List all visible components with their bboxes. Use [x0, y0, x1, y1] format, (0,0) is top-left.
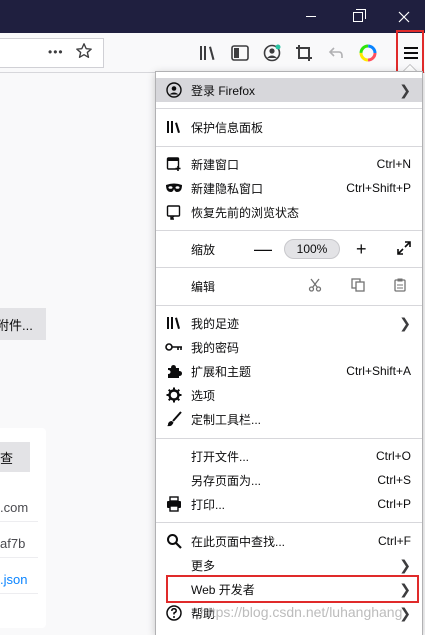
minimize-button[interactable] [288, 0, 334, 33]
separator [156, 522, 422, 523]
close-button[interactable] [381, 0, 425, 33]
title-bar [0, 0, 425, 33]
sidebar-button[interactable] [226, 33, 254, 73]
separator [156, 230, 422, 231]
color-wheel-icon [359, 44, 377, 62]
menu-item-addons[interactable]: 扩展和主题 Ctrl+Shift+A [156, 359, 422, 383]
fullscreen-icon [397, 240, 411, 255]
key-icon [165, 338, 183, 356]
copy-icon [351, 277, 365, 292]
page-action-button[interactable]: 附件... [0, 308, 46, 340]
menu-item-options[interactable]: 选项 [156, 383, 422, 407]
copy-button[interactable] [351, 277, 365, 295]
separator [156, 146, 422, 147]
menu-edit-row: 编辑 [156, 274, 422, 298]
paintbrush-icon [165, 410, 183, 428]
color-picker-button[interactable] [354, 33, 382, 73]
bookmark-star-icon[interactable] [75, 42, 93, 63]
separator [156, 267, 422, 268]
protections-dashboard-icon [165, 118, 183, 136]
gear-icon [165, 386, 183, 404]
close-icon [398, 11, 410, 22]
zoom-reset-button[interactable]: 100% [284, 239, 340, 259]
menu-item-protections[interactable]: 保护信息面板 [156, 115, 422, 139]
paste-icon [394, 278, 406, 292]
menu-item-more[interactable]: 更多 ❯ [156, 553, 422, 577]
account-icon [263, 44, 281, 62]
page-content: 附件... 查 .com af7b .json [0, 74, 155, 635]
zoom-in-button[interactable]: + [356, 239, 367, 260]
menu-item-new-window[interactable]: 新建窗口 Ctrl+N [156, 152, 422, 176]
menu-item-save-page[interactable]: 另存页面为... Ctrl+S [156, 468, 422, 492]
separator [156, 108, 422, 109]
card-line: af7b [0, 536, 38, 558]
printer-icon [165, 495, 183, 513]
menu-item-print[interactable]: 打印... Ctrl+P [156, 492, 422, 516]
cut-button[interactable] [308, 278, 322, 295]
back-arrow-icon [328, 47, 343, 58]
fullscreen-button[interactable] [397, 240, 411, 258]
menu-item-restore-session[interactable]: 恢复先前的浏览状态 [156, 200, 422, 224]
screenshot-button[interactable] [290, 33, 318, 73]
sidebar-icon [231, 45, 249, 61]
account-button[interactable] [258, 33, 286, 73]
card-line: .com [0, 500, 38, 522]
chevron-right-icon: ❯ [399, 314, 411, 331]
page-actions-button[interactable]: ••• [48, 45, 64, 59]
puzzle-icon [165, 362, 183, 380]
menu-item-sign-in[interactable]: 登录 Firefox ❯ [156, 78, 422, 102]
separator [156, 305, 422, 306]
help-icon [165, 604, 183, 622]
library-icon [200, 46, 215, 60]
menu-item-open-file[interactable]: 打开文件... Ctrl+O [156, 444, 422, 468]
menu-item-library[interactable]: 我的足迹 ❯ [156, 311, 422, 335]
library-button[interactable] [194, 33, 222, 73]
menu-item-find[interactable]: 在此页面中查找... Ctrl+F [156, 529, 422, 553]
chevron-right-icon: ❯ [399, 81, 411, 98]
watermark: https://blog.csdn.net/luhanghang [200, 604, 403, 620]
restore-button[interactable] [335, 0, 381, 33]
back-button[interactable] [322, 33, 350, 73]
paste-button[interactable] [394, 278, 406, 295]
app-menu-panel: 登录 Firefox ❯ 保护信息面板 新建窗口 Ctrl+N 新建隐私窗口 C… [155, 71, 423, 635]
card-button[interactable]: 查 [0, 442, 30, 472]
separator [156, 438, 422, 439]
private-mask-icon [165, 179, 183, 197]
nav-toolbar: ••• [0, 33, 425, 73]
menu-item-customize[interactable]: 定制工具栏... [156, 407, 422, 431]
chevron-right-icon: ❯ [399, 556, 411, 573]
cut-icon [308, 278, 322, 292]
menu-item-logins[interactable]: 我的密码 [156, 335, 422, 359]
search-icon [165, 532, 183, 550]
web-developer-highlight [166, 575, 419, 603]
restore-icon [353, 8, 366, 22]
menu-item-new-private-window[interactable]: 新建隐私窗口 Ctrl+Shift+P [156, 176, 422, 200]
page-card: 查 .com af7b .json [0, 428, 46, 628]
menu-zoom-row: 缩放 — 100% + [156, 237, 422, 261]
restore-session-icon [165, 203, 183, 221]
account-icon [165, 81, 183, 99]
url-bar[interactable]: ••• [0, 38, 104, 68]
new-window-icon [165, 155, 183, 173]
zoom-out-button[interactable]: — [254, 239, 272, 260]
card-link[interactable]: .json [0, 572, 38, 594]
minimize-icon [306, 16, 316, 17]
library-icon [165, 314, 183, 332]
screenshot-icon [296, 45, 312, 61]
